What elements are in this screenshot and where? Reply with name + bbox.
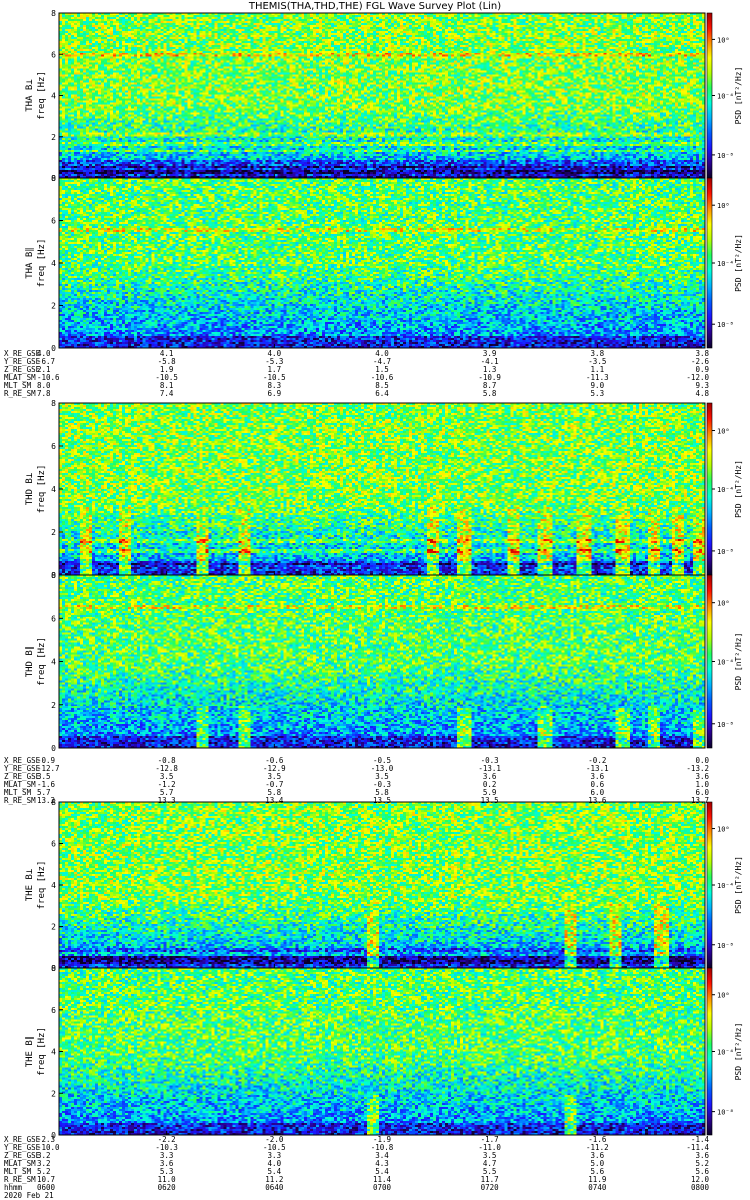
freq-axis-label: freq [Hz]	[37, 71, 47, 120]
freq-axis-label: freq [Hz]	[37, 861, 47, 910]
ephemeris-value: 13.5	[373, 796, 391, 805]
freq-axis-label: freq [Hz]	[37, 239, 47, 288]
ephemeris-value: 4.8	[695, 389, 709, 398]
colorbar-label: PSD [nT²/Hz]	[734, 460, 743, 518]
freq-tick-label: 8	[51, 9, 56, 18]
time-tick-label: 0800	[691, 1183, 710, 1192]
freq-tick-label: 0	[51, 744, 56, 753]
freq-tick-label: 2	[51, 701, 56, 710]
colorbar-tick-label: 10⁻⁴	[717, 260, 734, 268]
colorbar-label: PSD [nT²/Hz]	[734, 67, 743, 125]
colorbar	[706, 574, 713, 749]
ephemeris-value: 5.8	[483, 389, 497, 398]
freq-tick-label: 6	[51, 1006, 56, 1015]
date-label: 2020 Feb 21	[4, 1191, 54, 1200]
freq-tick-label: 6	[51, 442, 56, 451]
ephemeris-value: 7.8	[37, 389, 51, 398]
colorbar	[706, 12, 713, 179]
colorbar	[706, 177, 713, 349]
freq-tick-label: 2	[51, 133, 56, 142]
spectrogram-frame	[58, 967, 706, 1136]
spectrum-name-label: THD B∥	[25, 646, 35, 678]
spectrum-name-label: THA B⊥	[25, 79, 35, 112]
freq-tick-label: 4	[51, 485, 56, 494]
freq-tick-label: 4	[51, 92, 56, 101]
ephemeris-value: 5.3	[591, 389, 605, 398]
colorbar-tick-label: 10⁻⁴	[717, 882, 734, 890]
colorbar-tick-label: 10⁻⁸	[717, 942, 734, 950]
spectrogram-frame	[58, 574, 706, 749]
spectrum-name-label: THD B⊥	[25, 472, 35, 505]
freq-tick-label: 4	[51, 658, 56, 667]
freq-tick-label: 4	[51, 881, 56, 890]
freq-tick-label: 8	[51, 174, 56, 183]
time-tick-label: 0720	[481, 1183, 500, 1192]
colorbar-tick-label: 10⁰	[717, 826, 730, 834]
ephemeris-label: R_RE_SM	[4, 796, 36, 805]
spectrogram-frame	[58, 12, 706, 179]
freq-tick-label: 6	[51, 614, 56, 623]
freq-tick-label: 6	[51, 840, 56, 849]
colorbar-label: PSD [nT²/Hz]	[734, 856, 743, 914]
colorbar-tick-label: 10⁻⁴	[717, 486, 734, 494]
ephemeris-value: 7.4	[160, 389, 174, 398]
colorbar-tick-label: 10⁻⁴	[717, 1049, 734, 1057]
freq-tick-label: 4	[51, 1048, 56, 1057]
ephemeris-value: 6.4	[375, 389, 389, 398]
freq-tick-label: 2	[51, 923, 56, 932]
colorbar-label: PSD [nT²/Hz]	[734, 1023, 743, 1081]
ephemeris-value: 6.9	[268, 389, 282, 398]
colorbar-tick-label: 10⁻⁸	[717, 152, 734, 160]
colorbar-tick-label: 10⁻⁸	[717, 1109, 734, 1117]
freq-axis-label: freq [Hz]	[37, 465, 47, 514]
ephemeris-value: 13.5	[481, 796, 499, 805]
colorbar-tick-label: 10⁻⁸	[717, 321, 734, 329]
colorbar-tick-label: 10⁻⁴	[717, 659, 734, 667]
ephemeris-label: R_RE_SM	[4, 389, 36, 398]
colorbar	[706, 967, 713, 1136]
spectrogram-frame	[58, 177, 706, 349]
ephemeris-value: 13.3	[158, 796, 176, 805]
time-tick-label: 0640	[265, 1183, 284, 1192]
ephemeris-value: 13.6	[588, 796, 607, 805]
spectrum-name-label: THA B∥	[25, 247, 35, 279]
colorbar-tick-label: 10⁻⁸	[717, 548, 734, 556]
survey-plot-svg: 02468THA B⊥ freq [Hz]10⁰10⁻⁴10⁻⁸PSD [nT²/…	[4, 9, 743, 1200]
colorbar	[706, 801, 713, 969]
colorbar-tick-label: 10⁰	[717, 600, 730, 608]
spectrogram-frame	[58, 402, 706, 576]
colorbar-tick-label: 10⁻⁴	[717, 93, 734, 101]
ephemeris-value: 13.4	[265, 796, 284, 805]
freq-tick-label: 4	[51, 259, 56, 268]
freq-axis-label: freq [Hz]	[37, 637, 47, 686]
spectrum-name-label: THE B∥	[25, 1036, 35, 1068]
colorbar-tick-label: 10⁰	[717, 428, 730, 436]
time-tick-label: 0620	[158, 1183, 177, 1192]
freq-tick-label: 8	[51, 798, 56, 807]
freq-tick-label: 0	[51, 344, 56, 353]
freq-tick-label: 6	[51, 50, 56, 59]
freq-axis-label: freq [Hz]	[37, 1027, 47, 1076]
time-tick-label: 0700	[373, 1183, 392, 1192]
spectrum-name-label: THE B⊥	[25, 868, 35, 901]
colorbar-label: PSD [nT²/Hz]	[734, 234, 743, 292]
colorbar-tick-label: 10⁻⁸	[717, 721, 734, 729]
colorbar-tick-label: 10⁰	[717, 202, 730, 210]
spectrogram-frame	[58, 801, 706, 969]
colorbar-tick-label: 10⁰	[717, 992, 730, 1000]
colorbar-tick-label: 10⁰	[717, 36, 730, 44]
colorbar	[706, 402, 713, 576]
freq-tick-label: 2	[51, 1089, 56, 1098]
time-tick-label: 0740	[588, 1183, 607, 1192]
freq-tick-label: 8	[51, 571, 56, 580]
ephemeris-value: 13.7	[691, 796, 709, 805]
freq-tick-label: 6	[51, 217, 56, 226]
freq-tick-label: 2	[51, 528, 56, 537]
freq-tick-label: 2	[51, 302, 56, 311]
freq-tick-label: 8	[51, 399, 56, 408]
colorbar-label: PSD [nT²/Hz]	[734, 633, 743, 691]
freq-tick-label: 8	[51, 964, 56, 973]
